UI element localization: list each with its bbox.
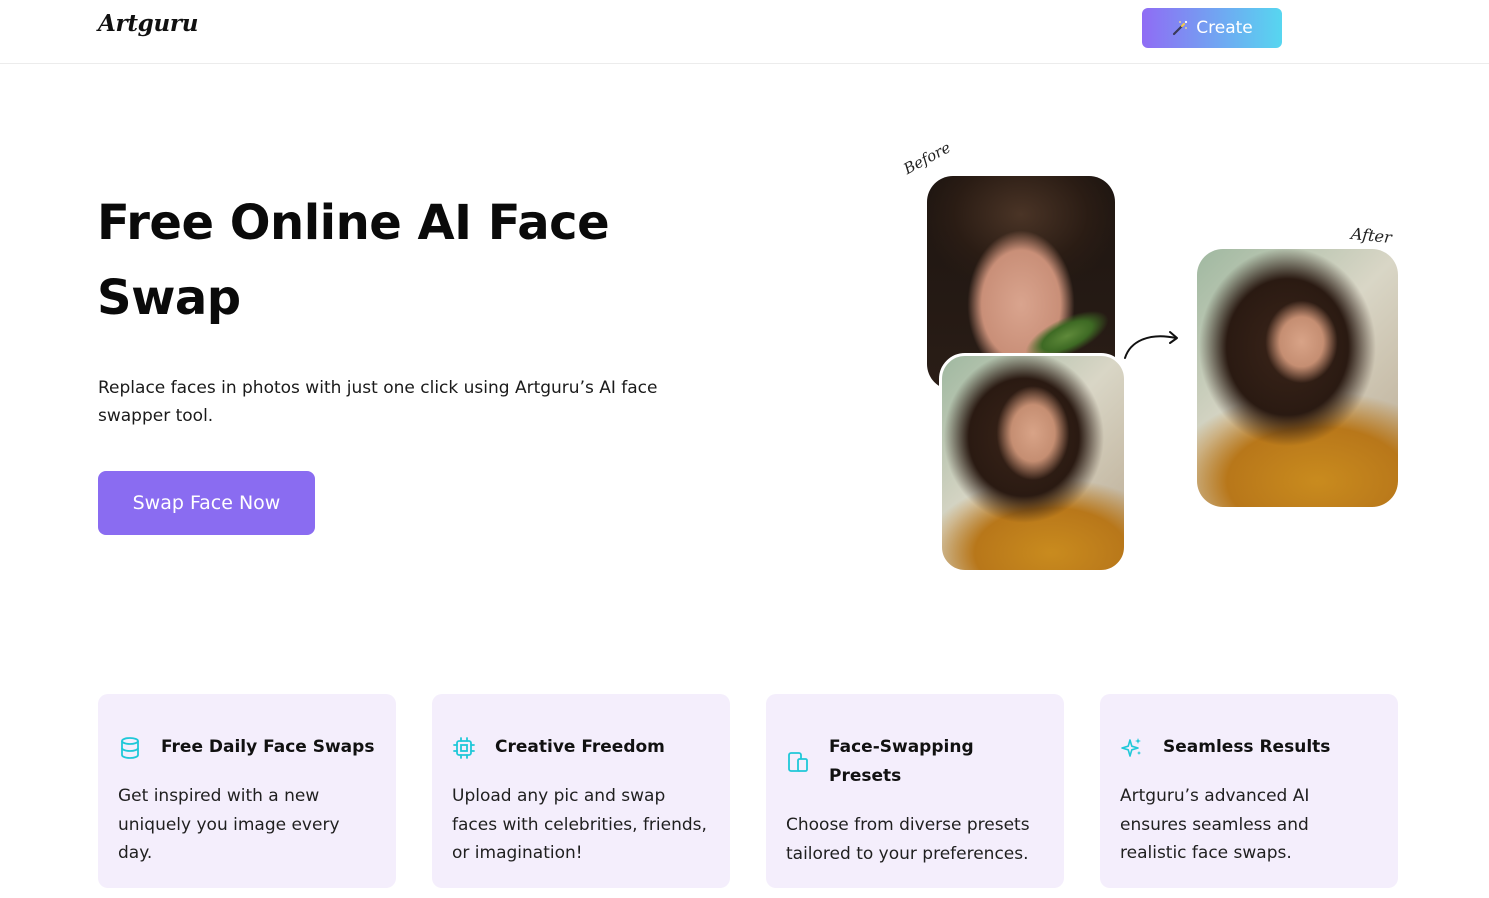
database-icon: [121, 737, 139, 759]
feature-title: Face-Swapping Presets: [829, 737, 974, 786]
after-label: After: [1350, 223, 1393, 248]
swap-face-now-button[interactable]: Swap Face Now: [98, 471, 315, 535]
feature-description: Get inspired with a new uniquely you ima…: [118, 786, 340, 863]
chip-icon: [453, 737, 475, 759]
create-button[interactable]: Create: [1142, 8, 1282, 48]
artguru-logo[interactable]: Artguru: [98, 10, 198, 37]
before-label: Before: [900, 138, 954, 178]
feature-description: Choose from diverse presets tailored to …: [786, 815, 1030, 864]
site-header: Artguru Create: [0, 0, 1489, 64]
create-button-label: Create: [1196, 18, 1253, 38]
feature-card-creative-freedom: Creative Freedom Upload any pic and swap…: [432, 694, 730, 888]
feature-title: Free Daily Face Swaps: [161, 737, 375, 757]
devices-icon: [788, 752, 808, 772]
feature-description: Artguru’s advanced AI ensures seamless a…: [1120, 786, 1310, 863]
after-result-photo: [1197, 249, 1398, 507]
before-body-photo: [939, 353, 1127, 573]
feature-title: Creative Freedom: [495, 737, 665, 757]
feature-card-presets: Face-Swapping Presets Choose from divers…: [766, 694, 1064, 888]
feature-title: Seamless Results: [1163, 737, 1331, 757]
feature-card-seamless: Seamless Results Artguru’s advanced AI e…: [1100, 694, 1398, 888]
hero-description: Replace faces in photos with just one cl…: [98, 378, 658, 426]
feature-card-free-daily: Free Daily Face Swaps Get inspired with …: [98, 694, 396, 888]
feature-description: Upload any pic and swap faces with celeb…: [452, 786, 707, 863]
page-title: Free Online AI Face Swap: [97, 195, 610, 326]
magic-wand-icon: [1173, 20, 1188, 36]
sparkles-icon: [1121, 738, 1141, 757]
curved-arrow-icon: [1124, 331, 1178, 359]
